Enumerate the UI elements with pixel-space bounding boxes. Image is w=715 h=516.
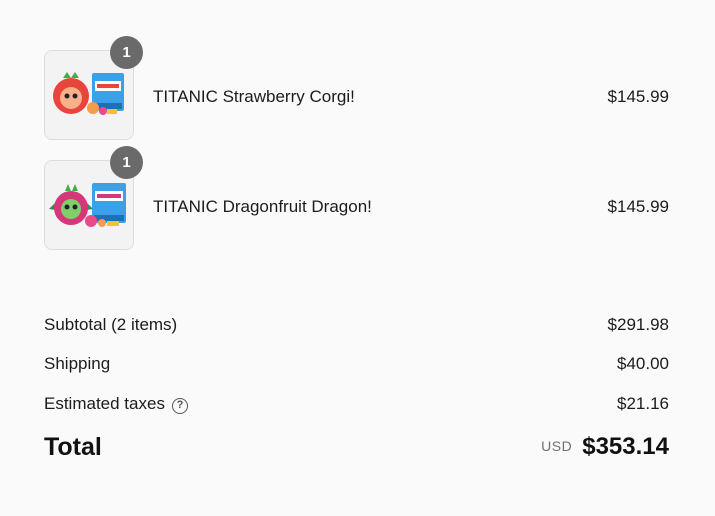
currency-code: USD: [541, 438, 573, 454]
shipping-label: Shipping: [44, 354, 111, 373]
subtotal-value: $291.98: [607, 315, 669, 334]
subtotal-label: Subtotal (2 items): [44, 315, 178, 334]
line-item: 1 TITANIC Dragonfruit Dragon! $145.99: [44, 146, 669, 250]
taxes-label-group: Estimated taxes?: [44, 394, 188, 414]
product-price: $145.99: [607, 197, 669, 216]
product-price: $145.99: [607, 87, 669, 106]
subtotal-row: Subtotal (2 items) $291.98: [44, 315, 669, 339]
quantity-badge: 1: [110, 146, 143, 179]
taxes-label: Estimated taxes: [44, 394, 165, 413]
question-circle-icon[interactable]: ?: [171, 398, 188, 414]
shipping-row: Shipping $40.00: [44, 354, 669, 378]
shipping-value: $40.00: [617, 354, 669, 373]
taxes-value: $21.16: [617, 394, 669, 413]
line-item: 1 TITANIC Strawberry Corgi! $145.99: [44, 36, 669, 140]
total-amount-group: USD $353.14: [541, 433, 669, 461]
product-name: TITANIC Dragonfruit Dragon!: [153, 197, 372, 216]
product-name: TITANIC Strawberry Corgi!: [153, 87, 355, 106]
total-value: $353.14: [582, 433, 669, 460]
total-label: Total: [44, 433, 102, 461]
total-row: Total USD $353.14: [44, 433, 669, 467]
quantity-badge: 1: [110, 36, 143, 69]
taxes-row: Estimated taxes? $21.16: [44, 394, 669, 418]
